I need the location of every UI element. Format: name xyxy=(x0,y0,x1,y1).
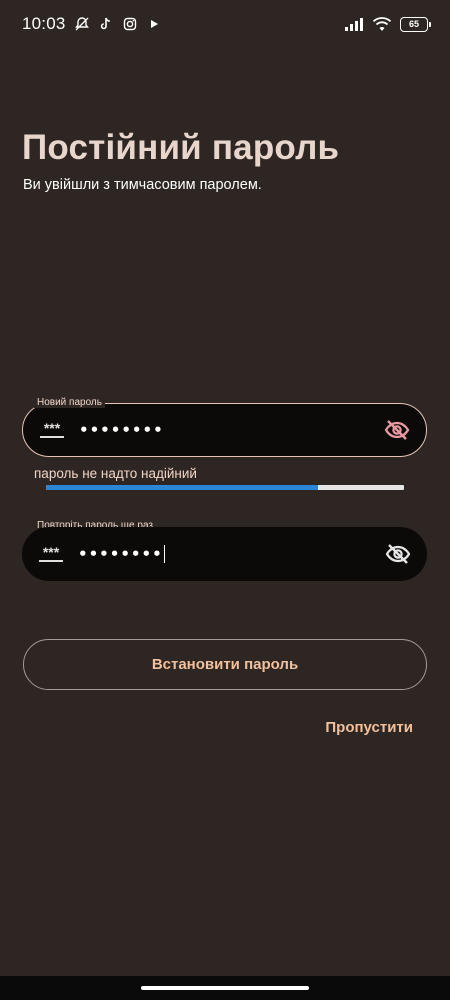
battery-level: 65 xyxy=(408,19,419,29)
status-bar: 10:03 65 xyxy=(0,0,450,48)
password-icon: *** xyxy=(38,543,64,565)
set-password-button[interactable]: Встановити пароль xyxy=(23,639,427,690)
eye-off-icon[interactable] xyxy=(383,539,413,569)
play-icon xyxy=(146,16,162,32)
password-icon-stars: *** xyxy=(43,420,61,436)
status-right: 65 xyxy=(344,16,431,32)
instagram-icon xyxy=(122,16,138,32)
page-title: Постійний пароль xyxy=(22,128,340,167)
wifi-icon xyxy=(372,16,392,32)
new-password-value: •••••••• xyxy=(79,421,164,439)
password-strength-text: пароль не надто надійний xyxy=(34,466,197,481)
skip-button[interactable]: Пропустити xyxy=(325,719,413,736)
status-time: 10:03 xyxy=(22,14,66,33)
battery-icon: 65 xyxy=(400,16,431,32)
new-password-field[interactable]: *** •••••••• xyxy=(22,403,427,457)
home-indicator[interactable] xyxy=(141,986,309,990)
new-password-label: Новий пароль xyxy=(34,397,105,408)
repeat-password-field[interactable]: *** •••••••• xyxy=(22,527,427,581)
eye-off-icon[interactable] xyxy=(382,415,412,445)
password-icon-stars: *** xyxy=(42,544,60,560)
bell-off-icon xyxy=(74,16,90,32)
password-icon: *** xyxy=(39,419,65,441)
page-subtitle: Ви увійшли з тимчасовим паролем. xyxy=(23,177,262,193)
status-left: 10:03 xyxy=(22,14,162,34)
password-strength-fill xyxy=(46,485,319,490)
text-cursor xyxy=(163,545,166,564)
tiktok-icon xyxy=(98,16,114,32)
repeat-password-value: •••••••• xyxy=(78,545,383,564)
password-strength-bar xyxy=(46,485,404,490)
signal-icon xyxy=(344,16,364,32)
